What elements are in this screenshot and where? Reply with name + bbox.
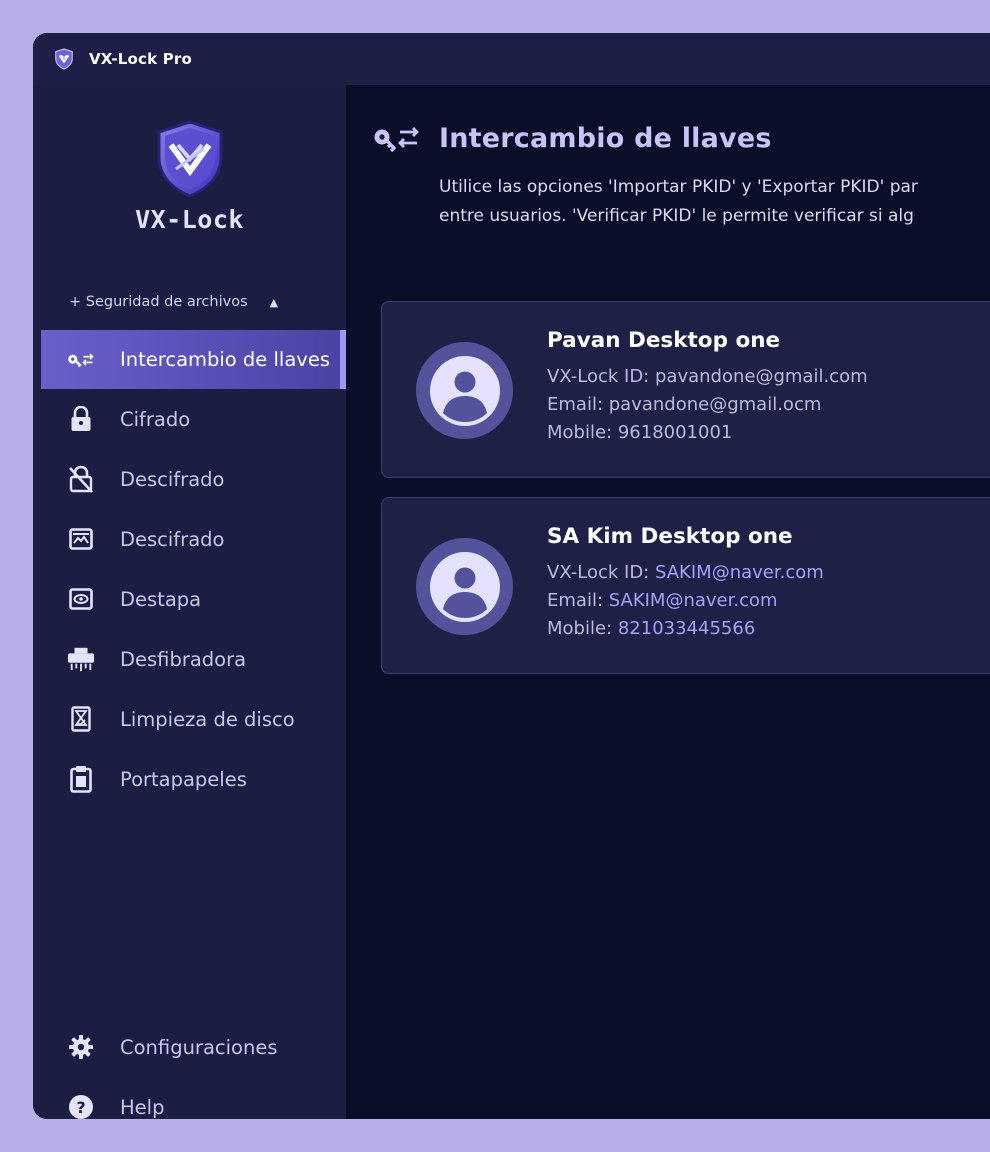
contact-email-row: Email: pavandone@gmail.ocm: [547, 391, 868, 419]
email-label: Email:: [547, 394, 604, 415]
id-value: pavandone@gmail.com: [654, 366, 868, 387]
sidebar-item-label: Descifrado: [120, 527, 225, 551]
sidebar-item-encryption[interactable]: Cifrado: [41, 389, 346, 449]
sidebar-item-shredder[interactable]: Desfibradora: [41, 629, 346, 689]
unlock-slash-icon: [67, 465, 95, 493]
sidebar-item-label: Descifrado: [120, 467, 225, 491]
sidebar-item-decryption[interactable]: Descifrado: [41, 449, 346, 509]
contact-info: Pavan Desktop one VX-Lock ID: pavandone@…: [547, 328, 868, 447]
sidebar-item-label: Limpieza de disco: [120, 707, 295, 731]
sidebar-nav: Intercambio de llaves Cifrado Descifrado…: [41, 330, 346, 809]
chevron-up-icon: ▲: [269, 295, 279, 309]
sidebar-item-image-decryption[interactable]: Descifrado: [41, 509, 346, 569]
key-exchange-icon: [67, 346, 95, 374]
brand: VX-Lock: [33, 119, 346, 234]
sidebar-item-label: Help: [120, 1095, 165, 1119]
sidebar-item-clipboard[interactable]: Portapapeles: [41, 749, 346, 809]
sidebar-item-label: Intercambio de llaves: [120, 348, 330, 371]
app-window: VX-Lock Pro VX-Lock + Seguridad de archi…: [33, 33, 990, 1119]
sidebar: VX-Lock + Seguridad de archivos ▲ Interc…: [33, 85, 346, 1119]
app-frame: VX-Lock Pro VX-Lock + Seguridad de archi…: [0, 0, 990, 1152]
sidebar-item-label: Cifrado: [120, 407, 191, 431]
sidebar-item-label: Configuraciones: [120, 1035, 278, 1059]
app-logo-icon: [55, 48, 73, 70]
image-icon: [67, 525, 95, 553]
id-label: VX-Lock ID:: [547, 562, 650, 583]
mobile-value: 821033445566: [617, 618, 756, 639]
email-value: pavandone@gmail.ocm: [608, 394, 822, 415]
disk-clean-icon: [67, 705, 95, 733]
eye-box-icon: [67, 585, 95, 613]
contact-name: SA Kim Desktop one: [547, 524, 793, 549]
gear-icon: [67, 1033, 95, 1061]
page-description: Utilice las opciones 'Importar PKID' y '…: [439, 173, 990, 231]
section-toggle-file-security[interactable]: + Seguridad de archivos ▲: [69, 294, 278, 310]
sidebar-item-settings[interactable]: Configuraciones: [41, 1017, 346, 1077]
key-exchange-icon: [374, 126, 419, 152]
sidebar-item-help[interactable]: ? Help: [41, 1077, 346, 1119]
contact-card[interactable]: SA Kim Desktop one VX-Lock ID: SAKIM@nav…: [381, 497, 990, 674]
sidebar-item-reveal[interactable]: Destapa: [41, 569, 346, 629]
page-header: Intercambio de llaves: [373, 123, 772, 154]
email-value: SAKIM@naver.com: [608, 590, 778, 611]
shredder-icon: [67, 645, 95, 673]
window-title: VX-Lock Pro: [89, 50, 193, 68]
sidebar-item-label: Destapa: [120, 587, 202, 611]
avatar: [416, 538, 513, 635]
page-title: Intercambio de llaves: [439, 123, 772, 154]
avatar: [416, 342, 513, 439]
contact-name: Pavan Desktop one: [547, 328, 781, 353]
clipboard-icon: [67, 765, 95, 793]
sidebar-item-key-exchange[interactable]: Intercambio de llaves: [41, 330, 346, 389]
svg-text:?: ?: [76, 1098, 85, 1117]
contact-id-row: VX-Lock ID: pavandone@gmail.com: [547, 363, 868, 391]
description-line: entre usuarios. 'Verificar PKID' le perm…: [439, 206, 914, 226]
user-avatar-icon: [429, 355, 500, 426]
mobile-label: Mobile:: [547, 422, 613, 443]
id-label: VX-Lock ID:: [547, 366, 650, 387]
mobile-label: Mobile:: [547, 618, 613, 639]
contact-card[interactable]: Pavan Desktop one VX-Lock ID: pavandone@…: [381, 301, 990, 478]
lock-icon: [67, 405, 95, 433]
user-avatar-icon: [429, 551, 500, 622]
vx-lock-shield-icon: [157, 120, 222, 198]
brand-name: VX-Lock: [135, 205, 244, 234]
main-content: Intercambio de llaves Utilice las opcion…: [346, 85, 990, 1119]
sidebar-bottom-nav: Configuraciones ? Help: [41, 1017, 346, 1119]
sidebar-item-disk-cleanup[interactable]: Limpieza de disco: [41, 689, 346, 749]
contact-info: SA Kim Desktop one VX-Lock ID: SAKIM@nav…: [547, 524, 824, 643]
contact-id-row: VX-Lock ID: SAKIM@naver.com: [547, 559, 824, 587]
contact-mobile-row: Mobile: 9618001001: [547, 419, 868, 447]
help-icon: ?: [67, 1093, 95, 1119]
mobile-value: 9618001001: [617, 422, 733, 443]
contact-mobile-row: Mobile: 821033445566: [547, 615, 824, 643]
description-line: Utilice las opciones 'Importar PKID' y '…: [439, 177, 918, 197]
email-label: Email:: [547, 590, 604, 611]
contact-email-row: Email: SAKIM@naver.com: [547, 587, 824, 615]
sidebar-item-label: Portapapeles: [120, 767, 247, 791]
title-bar: VX-Lock Pro: [33, 33, 990, 85]
sidebar-item-label: Desfibradora: [120, 647, 247, 671]
section-label: + Seguridad de archivos: [69, 294, 248, 310]
id-value: SAKIM@naver.com: [654, 562, 824, 583]
